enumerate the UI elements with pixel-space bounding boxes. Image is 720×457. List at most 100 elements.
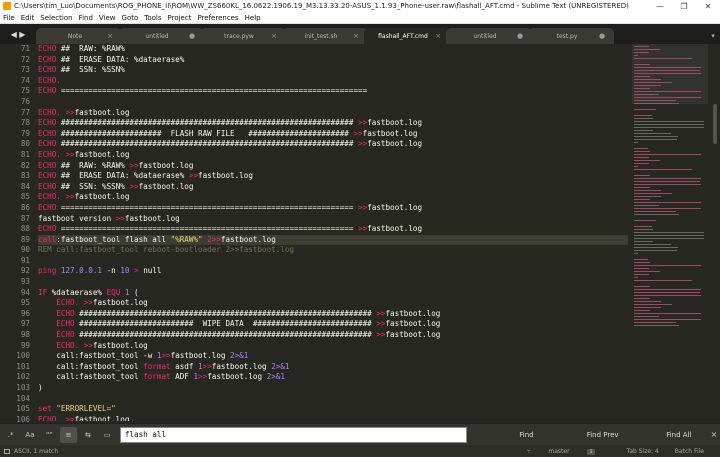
find-input[interactable]: flash all: [119, 426, 468, 443]
tab-list-dropdown-icon[interactable]: ▾: [706, 28, 720, 44]
code-line[interactable]: ECHO. >>fastboot.log: [38, 341, 628, 352]
code-line[interactable]: ): [38, 383, 628, 394]
code-line[interactable]: call:fastboot_tool format ADF 1>>fastboo…: [38, 372, 628, 383]
menu-edit[interactable]: Edit: [18, 14, 38, 22]
menu-project[interactable]: Project: [165, 14, 195, 22]
code-token: REM call:fastboot_tool reboot-bootloader…: [38, 245, 295, 255]
find-button[interactable]: Find: [501, 427, 551, 443]
code-line[interactable]: [38, 97, 628, 108]
tab-untitled-2[interactable]: untitled ●: [446, 28, 532, 44]
menu-file[interactable]: File: [0, 14, 18, 22]
code-line[interactable]: ECHO ## ERASE DATA: %dataerase%: [38, 55, 628, 66]
tab-flashall-aft-cmd[interactable]: flashall_AFT.cmd ×: [364, 28, 450, 44]
code-line[interactable]: ECHO ###################### FLASH RAW FI…: [38, 129, 628, 140]
minimap-line: [634, 205, 659, 206]
code-editor[interactable]: ECHO ## RAW: %RAW% ECHO ## ERASE DATA: %d…: [38, 44, 628, 421]
code-line[interactable]: ECHO ###################################…: [38, 309, 628, 320]
tab-scroll-arrows[interactable]: ◀ ▶: [0, 24, 36, 44]
tab-modified-dot-icon[interactable]: ●: [516, 32, 524, 40]
code-line[interactable]: [38, 256, 628, 267]
maximize-button[interactable]: ❐: [672, 2, 696, 11]
code-token: ECHO.: [38, 107, 66, 117]
close-find-icon[interactable]: ×: [708, 430, 720, 439]
code-line[interactable]: ECHO ## RAW: %RAW% >>fastboot.log: [38, 161, 628, 172]
code-line[interactable]: set "ERRORLEVEL=": [38, 404, 628, 415]
minimap-line: [634, 238, 704, 239]
tab-close-icon[interactable]: ×: [270, 32, 278, 40]
find-all-button[interactable]: Find All: [654, 427, 704, 443]
code-token: fastboot.log: [385, 319, 441, 329]
code-line[interactable]: ECHO. >>fastboot.log: [38, 108, 628, 119]
code-line[interactable]: ECHO ===================================…: [38, 224, 628, 235]
tab-trace-pyw[interactable]: trace.pyw ×: [200, 28, 286, 44]
code-line[interactable]: ECHO.: [38, 76, 628, 87]
in-selection-toggle[interactable]: ⇆: [79, 427, 96, 443]
tab-close-icon[interactable]: ×: [106, 32, 114, 40]
tab-close-icon[interactable]: ×: [434, 32, 442, 40]
code-line[interactable]: [38, 394, 628, 405]
tab-close-icon[interactable]: ×: [352, 32, 360, 40]
minimap-line: [634, 118, 654, 119]
code-line[interactable]: call:fastboot_tool format asdf 1>>fastbo…: [38, 362, 628, 373]
line-number: 86: [20, 202, 30, 212]
git-branch[interactable]: ⑂ master 1: [527, 448, 611, 455]
tab-test-py[interactable]: test.py ●: [528, 28, 614, 44]
code-line[interactable]: ECHO. >>fastboot.log: [38, 150, 628, 161]
tab-modified-dot-icon[interactable]: ●: [188, 32, 196, 40]
minimap-line: [634, 76, 650, 77]
minimize-button[interactable]: —: [648, 2, 672, 11]
menu-tools[interactable]: Tools: [141, 14, 164, 22]
menu-preferences[interactable]: Preferences: [194, 14, 241, 22]
code-line[interactable]: ECHO ## SSN: %SSN% >>fastboot.log: [38, 182, 628, 193]
tab-size[interactable]: Tab Size: 4: [627, 448, 659, 455]
tab-note[interactable]: Note ×: [36, 28, 122, 44]
tab-init-test-sh[interactable]: init_test.sh ×: [282, 28, 368, 44]
code-line[interactable]: fastboot version >>fastboot.log: [38, 214, 628, 225]
panel-toggle-icon[interactable]: [4, 448, 10, 454]
code-token: ###################### FLASH RAW FILE ##…: [60, 128, 354, 138]
code-line[interactable]: [38, 277, 628, 288]
tab-untitled[interactable]: untitled ●: [118, 28, 204, 44]
code-line[interactable]: ECHO. >>fastboot.log: [38, 192, 628, 203]
close-window-button[interactable]: ✕: [696, 2, 720, 11]
tab-modified-dot-icon[interactable]: ●: [598, 32, 606, 40]
code-line[interactable]: ECHO ===================================…: [38, 86, 628, 97]
code-line[interactable]: call:fastboot_tool -w 1>>fastboot.log 2>…: [38, 351, 628, 362]
code-line[interactable]: ECHO. >>fastboot.log: [38, 298, 628, 309]
vertical-scrollbar[interactable]: [710, 44, 720, 421]
line-number: 79: [20, 128, 30, 138]
syntax-selector[interactable]: Batch File: [675, 448, 704, 455]
minimap-viewport[interactable]: [632, 44, 708, 104]
scrollbar-thumb[interactable]: [713, 104, 717, 144]
wrap-toggle[interactable]: ≡: [59, 426, 78, 443]
code-line[interactable]: ping 127.0.0.1 -n 10 > null: [38, 266, 628, 277]
menu-selection[interactable]: Selection: [37, 14, 75, 22]
code-line[interactable]: ECHO ###################################…: [38, 118, 628, 129]
minimap[interactable]: [632, 44, 708, 421]
menu-find[interactable]: Find: [76, 14, 96, 22]
code-token: fastboot.log: [74, 107, 130, 117]
regex-toggle[interactable]: .*: [2, 427, 19, 443]
whole-word-toggle[interactable]: "": [41, 427, 58, 443]
code-line[interactable]: REM call:fastboot_tool reboot-bootloader…: [38, 245, 628, 256]
code-line[interactable]: ECHO ## SSN: %SSN%: [38, 65, 628, 76]
minimap-line: [634, 97, 702, 98]
case-sensitive-toggle[interactable]: Aa: [21, 427, 38, 443]
code-line[interactable]: call:fastboot_tool flash all "%RAW%" 2>>…: [38, 234, 628, 246]
menu-view[interactable]: View: [96, 14, 119, 22]
code-line[interactable]: ECHO ===================================…: [38, 203, 628, 214]
code-line[interactable]: ECHO. >>fastboot.log: [38, 415, 628, 421]
tab-bar: ◀ ▶ Note × untitled ● trace.pyw × init_test…: [0, 24, 720, 44]
code-line[interactable]: ECHO ###################################…: [38, 330, 628, 341]
menu-goto[interactable]: Goto: [119, 14, 142, 22]
minimap-line: [634, 241, 654, 242]
code-line[interactable]: IF %dataerase% EQU 1 (: [38, 288, 628, 299]
code-line[interactable]: ECHO ###################################…: [38, 139, 628, 150]
window-title: C:\Users\tim_Luo\Documents\ROG_PHONE_II\…: [14, 2, 629, 10]
highlight-matches-toggle[interactable]: ▭: [99, 427, 116, 443]
code-line[interactable]: ECHO ######################### WIPE DATA…: [38, 319, 628, 330]
find-prev-button[interactable]: Find Prev: [578, 427, 628, 443]
code-line[interactable]: ECHO ## ERASE DATA: %dataerase% >>fastbo…: [38, 171, 628, 182]
code-line[interactable]: ECHO ## RAW: %RAW%: [38, 44, 628, 55]
menu-help[interactable]: Help: [242, 14, 264, 22]
